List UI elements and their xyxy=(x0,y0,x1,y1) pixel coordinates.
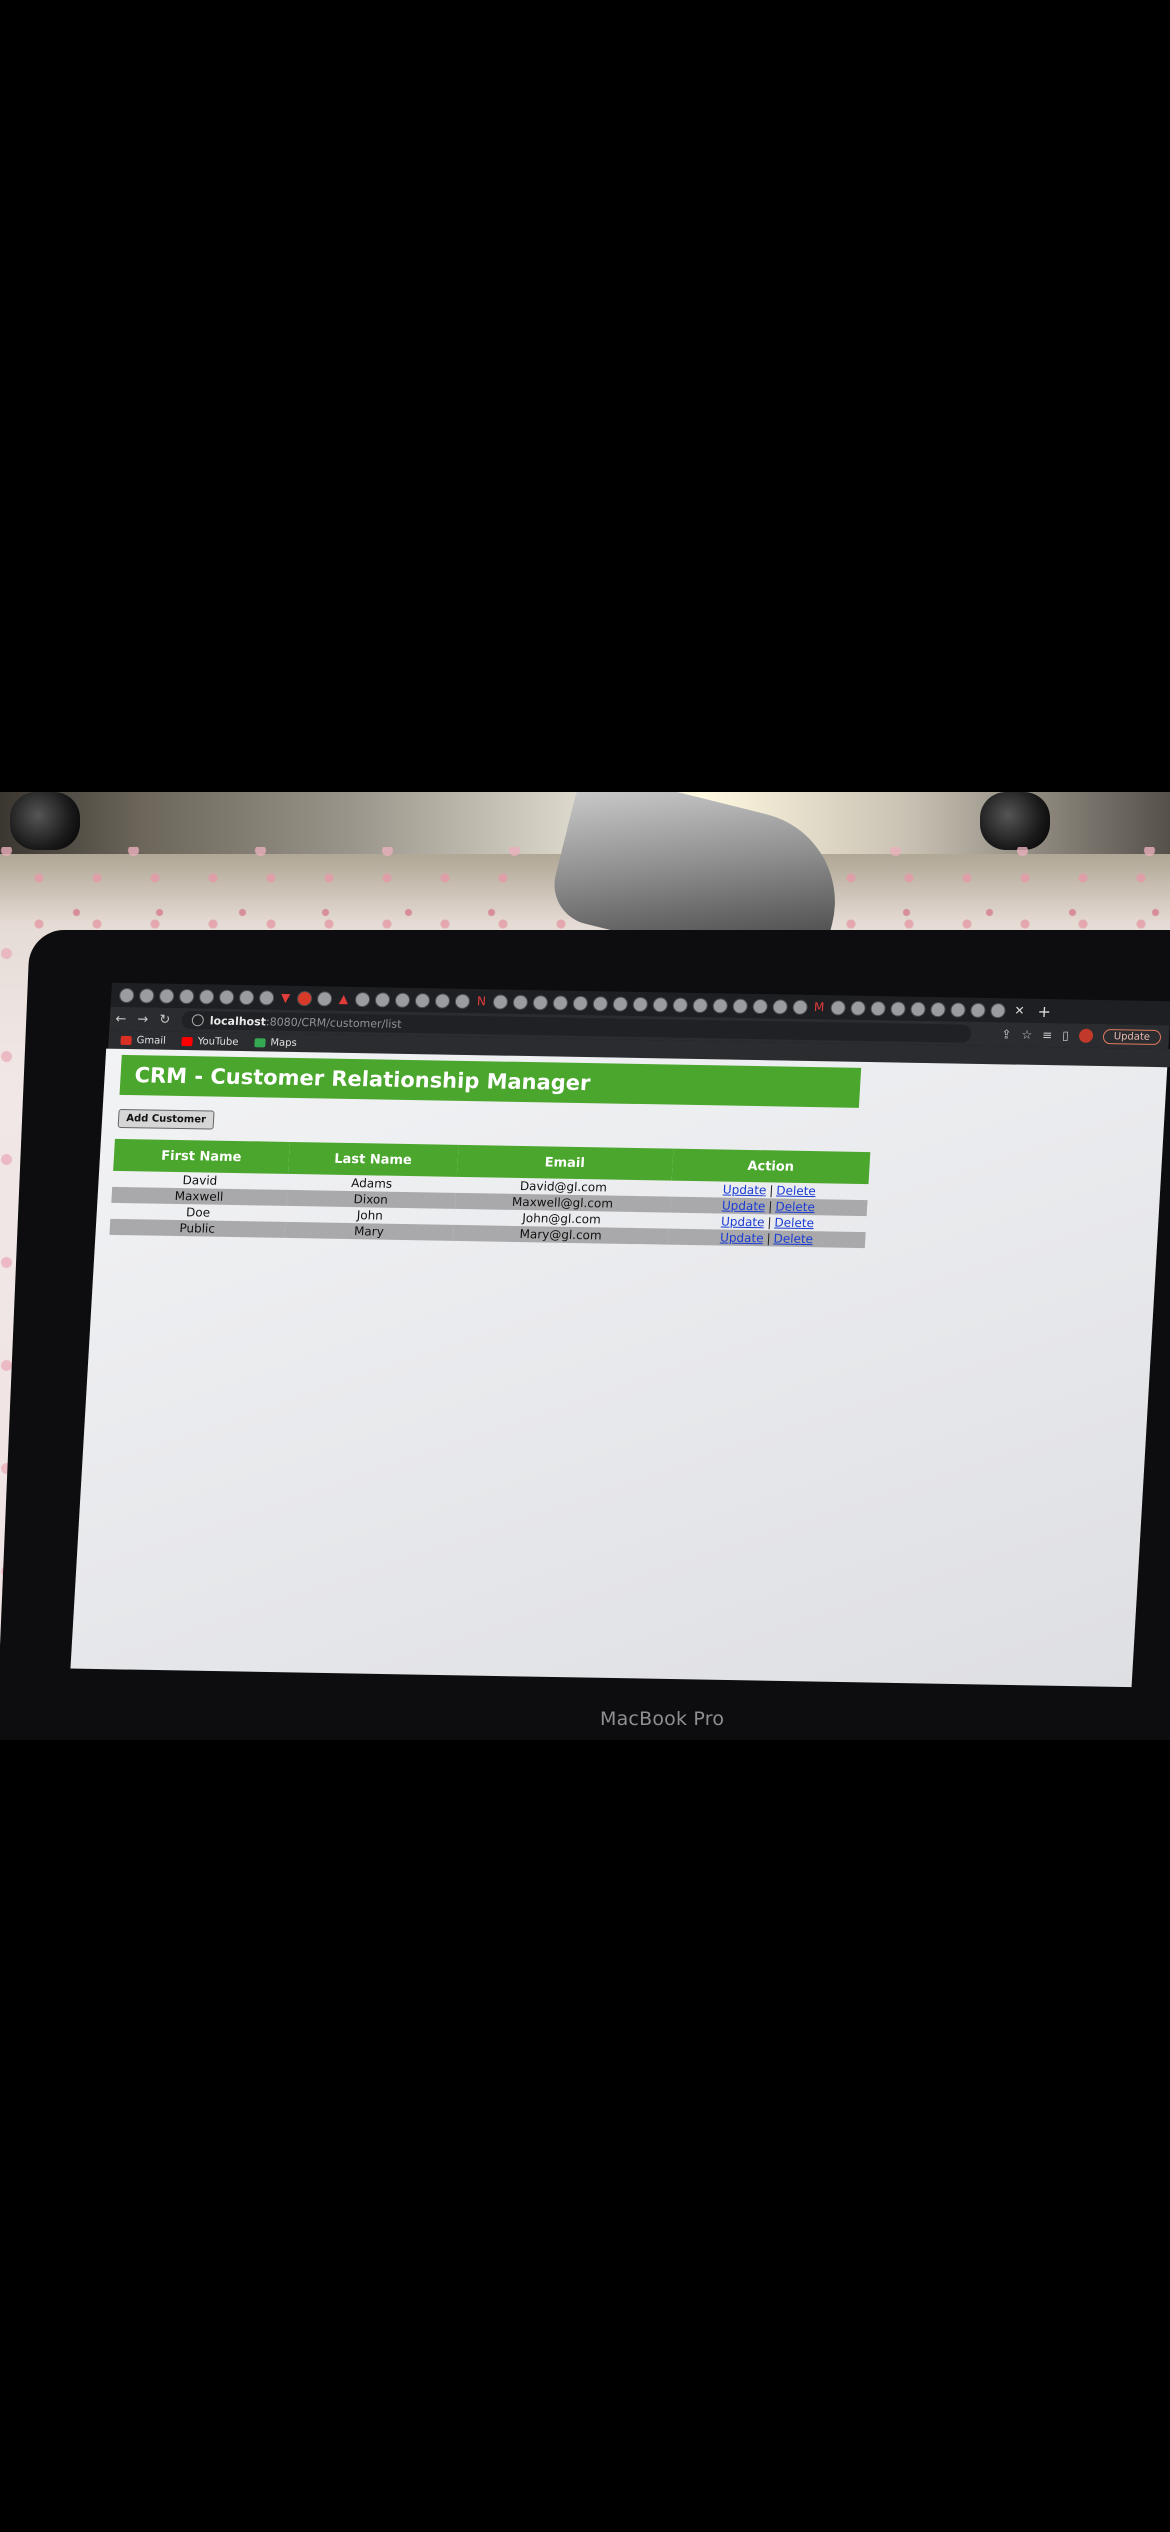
back-arrow-icon[interactable]: ← xyxy=(109,1011,132,1026)
profile-avatar[interactable] xyxy=(1078,1028,1094,1043)
bookmark-youtube[interactable]: YouTube xyxy=(181,1035,239,1048)
tab-favicon-icon[interactable] xyxy=(792,999,809,1015)
tab-favicon-icon[interactable] xyxy=(492,993,509,1010)
extensions-icon[interactable]: ≡ xyxy=(1042,1028,1053,1042)
maps-icon xyxy=(254,1037,266,1047)
tab-favicon-icon[interactable] xyxy=(316,990,333,1007)
tab-favicon-icon[interactable] xyxy=(198,988,215,1004)
bookmark-label: Gmail xyxy=(136,1034,167,1047)
youtube-icon xyxy=(181,1036,194,1046)
tab-favicon-icon[interactable] xyxy=(612,995,629,1012)
angular-tab-icon[interactable]: ▲ xyxy=(337,991,351,1005)
last-name-cell: Mary xyxy=(284,1221,454,1241)
active-tab-favicon-icon[interactable] xyxy=(990,1002,1006,1018)
bookmark-label: YouTube xyxy=(197,1035,239,1048)
add-customer-button[interactable]: Add Customer xyxy=(117,1108,215,1130)
tab-favicon-icon[interactable] xyxy=(434,992,451,1009)
update-link[interactable]: Update xyxy=(722,1199,766,1214)
site-info-icon[interactable] xyxy=(191,1014,205,1027)
tab-favicon-icon[interactable] xyxy=(258,989,275,1006)
tab-favicon-icon[interactable] xyxy=(512,994,529,1010)
tab-favicon-icon[interactable] xyxy=(454,993,471,1009)
tab-favicon-icon[interactable] xyxy=(712,997,729,1013)
gmail-tab-icon[interactable]: M xyxy=(812,999,826,1013)
tab-favicon-icon[interactable] xyxy=(592,995,609,1011)
new-tab-icon[interactable]: + xyxy=(1037,1001,1051,1020)
tab-favicon-icon[interactable] xyxy=(572,995,589,1011)
customer-table: First Name Last Name Email Action David … xyxy=(109,1138,871,1249)
bed-post-right xyxy=(980,792,1050,850)
tab-favicon-icon[interactable] xyxy=(178,988,195,1004)
bookmark-gmail[interactable]: Gmail xyxy=(120,1034,166,1046)
tab-favicon-icon[interactable] xyxy=(772,998,789,1015)
gmail-icon xyxy=(120,1035,132,1045)
tab-favicon-icon[interactable] xyxy=(218,989,235,1005)
delete-link[interactable]: Delete xyxy=(773,1231,813,1246)
bookmark-star-icon[interactable]: ☆ xyxy=(1021,1028,1033,1042)
tab-favicon-icon[interactable] xyxy=(374,991,391,1008)
reload-icon[interactable]: ↻ xyxy=(153,1012,176,1027)
column-header-email: Email xyxy=(456,1144,673,1181)
close-tab-icon[interactable]: ✕ xyxy=(1014,1003,1025,1017)
tab-favicon-icon[interactable] xyxy=(652,996,669,1012)
tab-favicon-icon[interactable] xyxy=(632,996,649,1012)
update-link[interactable]: Update xyxy=(721,1215,765,1230)
tab-favicon-icon[interactable] xyxy=(870,1000,887,1016)
delete-link[interactable]: Delete xyxy=(776,1183,816,1198)
update-link[interactable]: Update xyxy=(720,1231,764,1246)
tab-favicon-icon[interactable] xyxy=(692,997,709,1013)
youtube-tab-icon[interactable] xyxy=(296,990,313,1006)
column-header-action: Action xyxy=(671,1148,871,1185)
bed-post-left xyxy=(10,792,80,850)
tab-favicon-icon[interactable] xyxy=(950,1001,966,1018)
tab-favicon-icon[interactable] xyxy=(552,994,569,1011)
delete-link[interactable]: Delete xyxy=(774,1215,814,1230)
sidebar-icon[interactable]: ▯ xyxy=(1062,1028,1069,1042)
laptop-screen: ▼ ▲ N M ✕ + ← → ↻ localhost:8080/CRM/cu… xyxy=(32,982,1170,1701)
share-icon[interactable]: ⇪ xyxy=(1001,1027,1012,1041)
action-cell: Update | Delete xyxy=(667,1228,866,1249)
bookmark-maps[interactable]: Maps xyxy=(254,1037,298,1049)
tab-favicon-icon[interactable] xyxy=(138,987,155,1003)
tab-favicon-icon[interactable] xyxy=(830,999,847,1016)
forward-arrow-icon[interactable]: → xyxy=(131,1012,154,1027)
tab-favicon-icon[interactable] xyxy=(732,998,749,1014)
tab-favicon-icon[interactable] xyxy=(394,992,411,1008)
first-name-cell: Public xyxy=(109,1218,285,1238)
bookmark-label: Maps xyxy=(270,1037,298,1049)
browser-update-button[interactable]: Update xyxy=(1102,1028,1162,1045)
tab-favicon-icon[interactable] xyxy=(532,994,549,1010)
column-header-last-name: Last Name xyxy=(287,1141,459,1177)
tab-favicon-icon[interactable] xyxy=(354,991,371,1007)
page-title: CRM - Customer Relationship Manager xyxy=(119,1054,862,1108)
delete-link[interactable]: Delete xyxy=(775,1199,815,1214)
device-label: MacBook Pro xyxy=(600,1708,725,1730)
column-header-first-name: First Name xyxy=(113,1138,290,1174)
toolbar-actions: ⇪ ☆ ≡ ▯ Update xyxy=(1001,1027,1169,1045)
tab-favicon-icon[interactable] xyxy=(414,992,431,1008)
tab-favicon-icon[interactable] xyxy=(970,1002,986,1018)
tab-favicon-icon[interactable] xyxy=(890,1000,907,1017)
netflix-tab-icon[interactable]: N xyxy=(475,994,489,1008)
url-path: :8080/CRM/customer/list xyxy=(265,1014,402,1031)
tab-favicon-icon[interactable] xyxy=(930,1001,946,1017)
tab-favicon-icon[interactable] xyxy=(238,989,255,1005)
tab-favicon-icon[interactable] xyxy=(118,987,135,1003)
url-host: localhost xyxy=(209,1013,267,1028)
tab-favicon-icon[interactable] xyxy=(850,1000,867,1016)
web-page: CRM - Customer Relationship Manager Add … xyxy=(70,1048,1168,1688)
email-cell: Mary@gl.com xyxy=(452,1224,669,1245)
tab-favicon-icon[interactable] xyxy=(910,1001,927,1017)
update-link[interactable]: Update xyxy=(723,1183,767,1198)
angular-tab-icon[interactable]: ▼ xyxy=(279,990,293,1004)
tab-favicon-icon[interactable] xyxy=(158,988,175,1004)
tab-favicon-icon[interactable] xyxy=(672,997,689,1013)
tab-favicon-icon[interactable] xyxy=(752,998,769,1014)
